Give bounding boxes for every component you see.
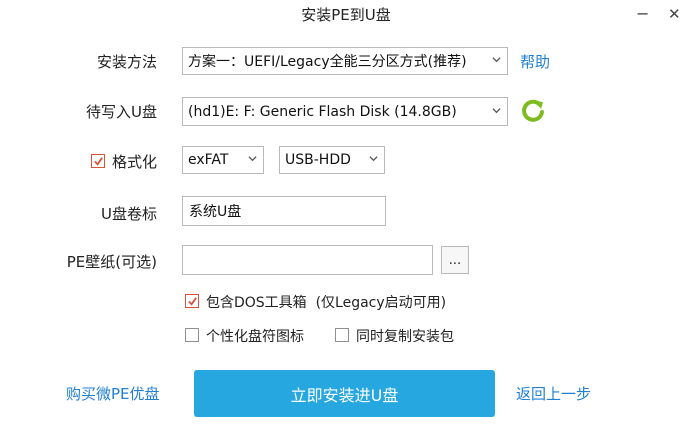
- personalize-icon-checkbox[interactable]: [185, 328, 199, 342]
- target-disk-select[interactable]: (hd1)E: F: Generic Flash Disk (14.8GB): [182, 97, 508, 126]
- dos-tools-label: 包含DOS工具箱 (仅Legacy启动可用): [206, 295, 447, 311]
- volume-label-input[interactable]: 系统U盘: [182, 196, 386, 226]
- boot-mode-value: USB-HDD: [285, 152, 351, 168]
- checkmark-icon: [187, 296, 197, 306]
- target-disk-label: 待写入U盘: [86, 103, 157, 121]
- chevron-down-icon: [492, 107, 501, 113]
- install-method-label: 安装方法: [96, 53, 157, 71]
- wallpaper-input[interactable]: [182, 245, 433, 275]
- boot-mode-select[interactable]: USB-HDD: [279, 146, 385, 174]
- back-link[interactable]: 返回上一步: [516, 383, 591, 404]
- chevron-down-icon: [492, 57, 501, 63]
- checkmark-icon: [93, 156, 103, 166]
- close-button[interactable]: ✕: [668, 5, 681, 23]
- buy-link[interactable]: 购买微PE优盘: [66, 383, 160, 404]
- minimize-button[interactable]: −: [636, 4, 649, 23]
- format-checkbox[interactable]: [91, 154, 105, 168]
- refresh-icon: [522, 99, 544, 122]
- install-method-value: 方案一：UEFI/Legacy全能三分区方式(推荐): [188, 54, 467, 70]
- refresh-button[interactable]: [519, 97, 547, 125]
- chevron-down-icon: [248, 156, 257, 162]
- format-label: 格式化: [112, 153, 158, 171]
- dos-tools-checkbox[interactable]: [185, 294, 199, 308]
- chevron-down-icon: [369, 156, 378, 162]
- install-method-select[interactable]: 方案一：UEFI/Legacy全能三分区方式(推荐): [182, 47, 508, 75]
- browse-button[interactable]: ...: [441, 246, 469, 274]
- help-link[interactable]: 帮助: [520, 51, 550, 72]
- target-disk-value: (hd1)E: F: Generic Flash Disk (14.8GB): [188, 103, 457, 120]
- install-button[interactable]: 立即安装进U盘: [194, 370, 495, 417]
- filesystem-value: exFAT: [188, 152, 229, 168]
- filesystem-select[interactable]: exFAT: [182, 146, 264, 174]
- copy-package-label: 同时复制安装包: [356, 329, 454, 345]
- window-title: 安装PE到U盘: [301, 6, 391, 24]
- personalize-icon-label: 个性化盘符图标: [206, 329, 304, 345]
- volume-label-label: U盘卷标: [101, 205, 157, 223]
- wallpaper-label: PE壁纸(可选): [66, 253, 157, 271]
- copy-package-checkbox[interactable]: [335, 328, 349, 342]
